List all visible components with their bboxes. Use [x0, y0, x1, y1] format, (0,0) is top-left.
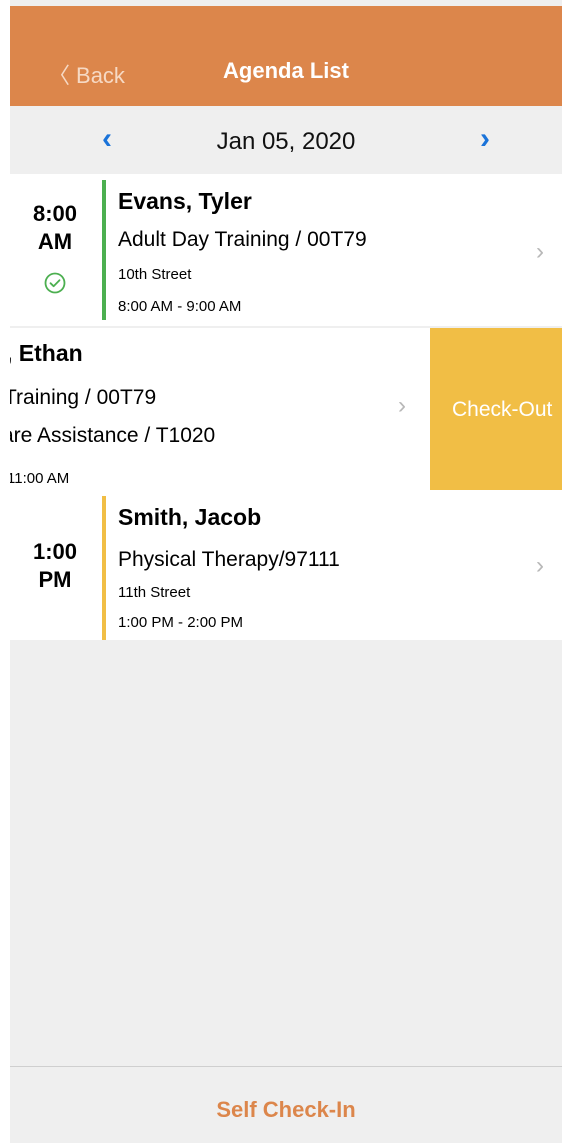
check-out-label: Check-Out [452, 398, 553, 421]
appointment-time: 1:00 PM [10, 538, 100, 594]
client-name: , Ethan [10, 340, 83, 366]
service-name: Physical Therapy/97111 [118, 548, 340, 571]
location: 10th Street [118, 266, 192, 283]
client-name: Evans, Tyler [118, 188, 252, 214]
chevron-right-icon: › [398, 392, 406, 419]
footer-bar: Self Check-In [10, 1066, 562, 1143]
appointment-row-ethan[interactable]: , Ethan Training / 00T79 are Assistance … [10, 328, 562, 490]
time-ampm: AM [37, 229, 73, 254]
chevron-right-icon: › [536, 238, 544, 265]
location: 11th Street [118, 584, 191, 601]
date-navigator: ‹ Jan 05, 2020 › [10, 106, 562, 174]
client-name: Smith, Jacob [118, 504, 262, 530]
status-bar [102, 180, 106, 320]
service-name-secondary: are Assistance / T1020 [10, 424, 216, 447]
check-circle-icon [44, 272, 66, 294]
time-range: 8:00 AM - 9:00 AM [118, 298, 242, 315]
check-out-button[interactable]: Check-Out [430, 328, 562, 490]
self-check-in-button[interactable]: Self Check-In [10, 1097, 562, 1123]
service-name: Training / 00T79 [10, 386, 157, 409]
next-day-button[interactable]: › [480, 124, 490, 154]
back-label: Back [76, 63, 125, 88]
appointment-time: 8:00 AM [10, 200, 100, 256]
appointment-row-smith[interactable]: 1:00 PM Smith, Jacob Physical Therapy/97… [10, 490, 562, 640]
left-edge [0, 0, 10, 1143]
nav-bar: 〈 Back Agenda List [10, 6, 562, 106]
chevron-left-icon: 〈 [48, 63, 71, 88]
time-ampm: PM [38, 567, 72, 592]
back-button[interactable]: 〈 Back [48, 58, 125, 90]
chevron-right-icon: › [536, 552, 544, 579]
time-value: 8:00 [32, 201, 78, 226]
service-name: Adult Day Training / 00T79 [118, 228, 367, 251]
status-bar [102, 496, 106, 640]
app-screen: 〈 Back Agenda List ‹ Jan 05, 2020 › 8:00 … [10, 6, 562, 1143]
time-range: 11:00 AM [10, 470, 70, 487]
appointment-row-evans[interactable]: 8:00 AM Evans, Tyler Adult Day Training … [10, 174, 562, 326]
time-value: 1:00 [32, 539, 78, 564]
time-range: 1:00 PM - 2:00 PM [118, 614, 244, 631]
